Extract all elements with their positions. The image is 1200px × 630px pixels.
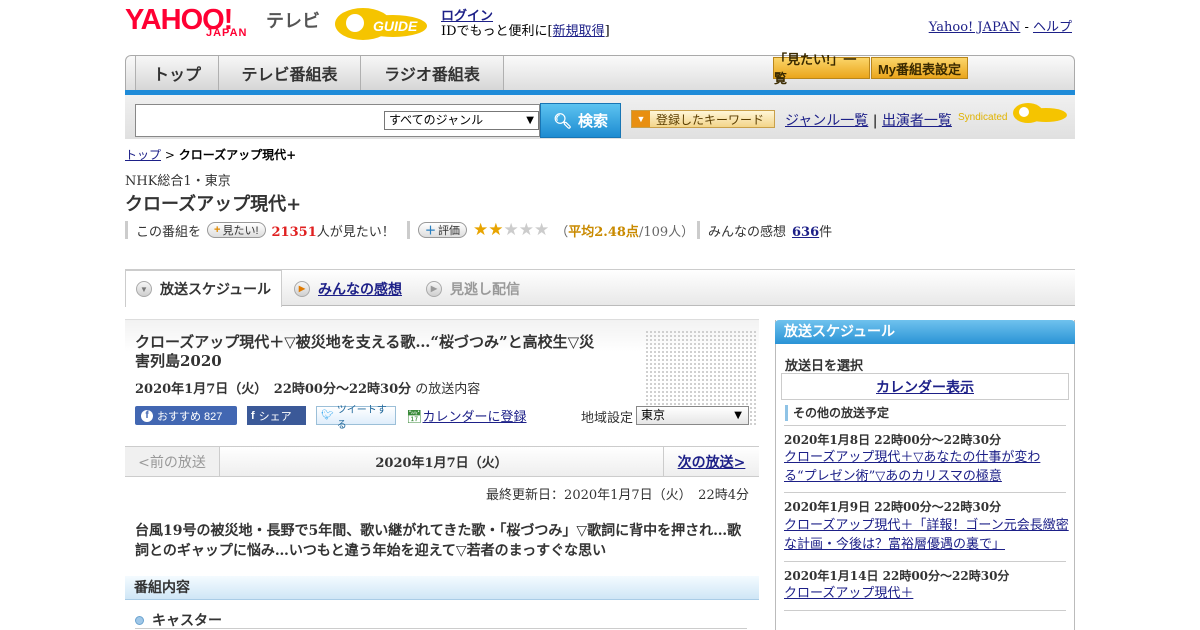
tab-impressions[interactable]: ▶ みんなの感想 [284,270,414,307]
select-arrow-icon: ▼ [734,410,742,421]
divider [784,425,1066,426]
region-label: 地域設定 [581,411,634,426]
episode-description: 台風19号の被災地・長野で5年間、歌い継がれてきた歌・「桜づつみ」▽歌詞に背中を… [135,523,742,559]
triangle-down-icon: ▼ [632,111,650,127]
register-link[interactable]: 新規取得 [553,24,605,39]
top-links: Yahoo! JAPAN - ヘルプ [928,20,1072,35]
divider [784,492,1066,493]
yahoo-japan-logo-text: JAPAN [206,27,248,39]
divider [784,610,1066,611]
star-empty-icon: ★ [518,219,534,240]
mitai-stat: この番組を + 見たい! 21351人が見たい！ [125,221,395,240]
star-empty-icon: ★ [534,219,550,240]
chevron-down-icon: ▼ [136,281,152,297]
genre-list-link[interactable]: ジャンル一覧 [785,113,868,129]
cast-list-link[interactable]: 出演者一覧 [882,113,952,129]
star-empty-icon: ★ [503,219,519,240]
schedule-item-link[interactable]: クローズアップ現代＋「詳報！ゴーン元会長緻密な計画・今後は？富裕層優遇の裏で」 [784,516,1069,554]
yahoo-japan-link[interactable]: Yahoo! JAPAN [929,20,1021,35]
star-filled-icon: ★ [488,219,504,240]
nav-tab-radio-schedule[interactable]: ラジオ番組表 [361,56,504,90]
region-select[interactable]: 東京 ▼ [636,406,749,425]
facebook-icon: f [141,409,153,422]
schedule-item-date: 2020年1月9日 22時00分～22時30分 [784,500,1002,514]
bullet-icon [135,615,144,625]
station-name: NHK総合1・東京 [125,174,231,189]
chevron-right-icon: ▶ [426,280,442,297]
my-schedule-button[interactable]: My番組表設定 [871,57,968,79]
facebook-share-button[interactable]: f シェア [247,406,306,425]
tab-missed[interactable]: ▶ 見逃し配信 [416,270,546,307]
current-broadcast-date: 2020年1月7日（火） [375,456,508,471]
rating-stars: ★★★★★ [473,219,550,240]
schedule-item-date: 2020年1月14日 22時00分～22時30分 [784,569,1010,583]
calendar-icon: 📅︎ [406,410,423,425]
schedule-item-link[interactable]: クローズアップ現代＋ [784,584,1069,603]
chevron-right-icon: ▶ [294,280,310,297]
search-links: ジャンル一覧 | 出演者一覧 [785,113,952,129]
sidebar-heading: 放送スケジュール [775,320,1075,344]
nav-tab-top[interactable]: トップ [135,56,219,90]
page-title: クローズアップ現代+ [125,194,302,215]
caster-heading: キャスター [135,610,222,630]
tab-schedule[interactable]: ▼ 放送スケジュール [125,270,282,307]
tweet-button[interactable]: 🐦︎ ツイートする [316,405,396,431]
help-link[interactable]: ヘルプ [1033,20,1072,35]
facebook-icon: f [251,409,255,422]
divider [135,628,747,629]
select-arrow-icon: ▼ [526,115,534,126]
pick-day-label: 放送日を選択 [785,359,864,374]
episode-title: クローズアップ現代＋▽被災地を支える歌…“桜づつみ”と高校生▽災害列島2020 [135,333,595,370]
facebook-recommend-button[interactable]: f おすすめ 827 [135,406,237,425]
search-button[interactable]: 🔍︎ 検索 [540,103,621,138]
keyword-button[interactable]: ▼ 登録したキーワード [631,110,775,128]
mitai-count: 21351 [271,224,317,240]
tv-logo-text[interactable]: テレビ [266,7,320,33]
episode-date: 2020年1月7日（火） 22時00分～22時30分 の放送内容 [135,382,481,397]
breadcrumb: トップ > クローズアップ現代+ [125,148,297,162]
impressions-count-link[interactable]: 636 [792,225,819,240]
rate-button[interactable]: ＋評価 [418,222,467,238]
gguide-small-logo [1013,103,1067,123]
twitter-bird-icon: 🐦︎ [321,410,334,421]
star-filled-icon: ★ [473,219,489,240]
mitai-button[interactable]: + 見たい! [207,222,266,238]
rating-stat: ＋評価 ★★★★★ （平均2.48点/109人） [407,219,694,240]
calendar-register-link[interactable]: 📅︎カレンダーに登録 [406,406,527,425]
breadcrumb-current: クローズアップ現代+ [178,148,297,162]
search-icon: 🔍︎ [552,112,573,130]
other-broadcasts-heading: その他の放送予定 [785,405,889,421]
divider [784,561,1066,562]
mitai-list-button[interactable]: 「見たい!」一覧 [773,52,870,86]
syndicated-label: Syndicated [958,112,1008,123]
plus-icon: + [214,224,221,236]
login-sub: IDでもっと便利に[新規取得] [441,24,610,39]
prev-broadcast-link[interactable]: <前の放送 [125,447,220,476]
next-broadcast-link[interactable]: 次の放送> [663,447,759,476]
schedule-item-date: 2020年1月8日 22時00分～22時30分 [784,433,1002,447]
schedule-item-link[interactable]: クローズアップ現代＋▽あなたの仕事が変わる“プレゼン術”▽あのカリスマの極意 [784,448,1069,486]
nav-tab-tv-schedule[interactable]: テレビ番組表 [219,56,361,90]
section-heading-program-content: 番組内容 [125,576,759,600]
plus-icon: ＋ [425,225,436,237]
last-updated: 最終更新日：2020年1月7日（火） 22時4分 [486,488,749,503]
genre-select[interactable]: すべてのジャンル ▼ [384,111,539,130]
calendar-view-link[interactable]: カレンダー表示 [781,373,1069,400]
gguide-logo[interactable]: GUIDE [333,6,433,42]
rating-average: 平均2.48点 [568,224,639,240]
impressions-stat: みんなの感想 636件 [697,221,832,240]
svg-text:GUIDE: GUIDE [373,18,418,34]
breadcrumb-top-link[interactable]: トップ [125,148,161,162]
